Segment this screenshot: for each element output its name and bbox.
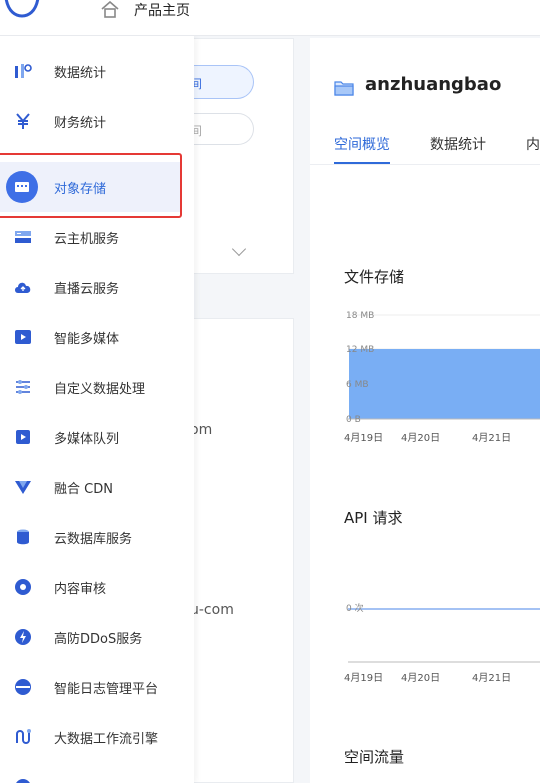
sidebar-item-workflow-engine[interactable]: 大数据工作流引擎: [0, 712, 194, 762]
y-tick: 0 B: [346, 415, 361, 425]
sidebar-item-log-management[interactable]: 智能日志管理平台: [0, 662, 194, 712]
audit-icon: [12, 576, 34, 598]
y-tick: 0 次: [346, 602, 364, 614]
traffic-title: 空间流量: [344, 748, 405, 766]
bucket-list-panel: [190, 318, 294, 783]
sidebar-item-media-queue[interactable]: 多媒体队列: [0, 412, 194, 462]
sidebar-item-label: 对象存储: [54, 181, 107, 197]
sidebar-item-partial[interactable]: [0, 762, 194, 783]
y-tick: 18 MB: [346, 311, 374, 321]
storage-icon: [6, 171, 38, 203]
bucket-folder-icon: [334, 81, 354, 96]
tab-more[interactable]: 内: [526, 134, 540, 154]
product-home-link[interactable]: 产品主页: [100, 0, 190, 20]
next-service-icon: [12, 776, 34, 783]
bar-chart-icon: [12, 60, 34, 82]
sidebar-nav: 数据统计 财务统计 对象存储 云主机服务 直播云服务 智能多媒体 自定义数据处理…: [0, 36, 194, 783]
top-header: 产品主页: [0, 0, 540, 36]
database-icon: [12, 526, 34, 548]
sidebar-item-label: 智能多媒体: [54, 331, 120, 347]
sidebar-item-label: 大数据工作流引擎: [54, 731, 159, 747]
film-icon: [12, 326, 34, 348]
sidebar-item-live-cloud[interactable]: 直播云服务: [0, 262, 194, 312]
cloud-upload-icon: [12, 276, 34, 298]
sidebar-item-label: 云数据库服务: [54, 531, 133, 547]
tab-data-stats[interactable]: 数据统计: [430, 134, 486, 154]
sidebar-item-object-storage[interactable]: 对象存储: [0, 162, 180, 212]
bucket-name: anzhuangbao: [365, 74, 502, 95]
domain-fragment: u-com: [190, 602, 234, 618]
sidebar-item-label: 内容审核: [54, 581, 107, 597]
sidebar-item-finance-stats[interactable]: 财务统计: [0, 96, 194, 146]
product-home-label: 产品主页: [134, 3, 190, 19]
api-requests-chart: 0 次 4月19日 4月20日 4月21日: [344, 602, 540, 684]
x-tick: 4月21日: [472, 432, 511, 444]
log-icon: [12, 676, 34, 698]
sidebar-item-label: 云主机服务: [54, 231, 120, 247]
sidebar-item-custom-data-processing[interactable]: 自定义数据处理: [0, 362, 194, 412]
active-tab-indicator: [334, 162, 390, 164]
sidebar-item-content-audit[interactable]: 内容审核: [0, 562, 194, 612]
api-requests-title: API 请求: [344, 509, 403, 527]
x-tick: 4月20日: [401, 672, 440, 684]
file-storage-chart: 18 MB 12 MB 6 MB 0 B 4月19日 4月20日 4月21日: [344, 311, 540, 444]
tabs-divider: [310, 164, 540, 165]
storage-area: [349, 349, 540, 419]
sidebar-item-data-stats[interactable]: 数据统计: [0, 46, 194, 96]
logo-icon[interactable]: [2, 0, 42, 20]
server-icon: [12, 226, 34, 248]
sidebar-item-label: 财务统计: [54, 115, 107, 131]
yuan-icon: [12, 110, 34, 132]
home-icon: [101, 1, 119, 18]
x-tick: 4月19日: [344, 672, 383, 684]
play-queue-icon: [12, 426, 34, 448]
sidebar-item-cloud-database[interactable]: 云数据库服务: [0, 512, 194, 562]
x-tick: 4月19日: [344, 432, 383, 444]
sliders-icon: [12, 376, 34, 398]
sidebar-item-ddos-protection[interactable]: 高防DDoS服务: [0, 612, 194, 662]
x-tick: 4月20日: [401, 432, 440, 444]
tab-space-overview[interactable]: 空间概览: [334, 134, 390, 154]
filter-pill[interactable]: 间: [190, 113, 254, 145]
x-tick: 4月21日: [472, 672, 511, 684]
sidebar-item-label: 多媒体队列: [54, 431, 120, 447]
shield-icon: [12, 626, 34, 648]
y-tick: 6 MB: [346, 380, 369, 390]
sidebar-item-label: 数据统计: [54, 65, 107, 81]
sidebar-item-cloud-host[interactable]: 云主机服务: [0, 212, 194, 262]
sidebar-item-label: 融合 CDN: [54, 481, 113, 497]
sidebar-item-label: 直播云服务: [54, 281, 120, 297]
y-tick: 12 MB: [346, 345, 374, 355]
sidebar-item-label: 高防DDoS服务: [54, 631, 143, 647]
sidebar-item-cdn[interactable]: 融合 CDN: [0, 462, 194, 512]
sidebar-item-smart-media[interactable]: 智能多媒体: [0, 312, 194, 362]
sidebar-item-label: 智能日志管理平台: [54, 681, 159, 697]
sidebar-item-label: 自定义数据处理: [54, 381, 146, 397]
filter-pill-active[interactable]: 间: [190, 65, 254, 99]
cdn-icon: [12, 476, 34, 498]
file-storage-title: 文件存储: [344, 268, 405, 286]
workflow-icon: [12, 726, 34, 748]
